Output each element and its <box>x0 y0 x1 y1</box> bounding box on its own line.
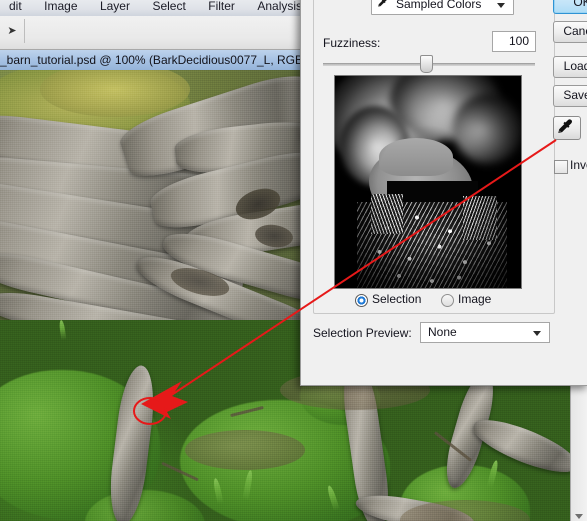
menu-select[interactable]: Select <box>143 0 194 14</box>
eyedropper-tool-button[interactable] <box>553 116 581 140</box>
color-range-dialog: Select: Sampled Colors Fuzziness: 100 <box>300 0 587 386</box>
radio-selection-label: Selection <box>372 292 422 306</box>
radio-image-label: Image <box>458 292 492 306</box>
invert-label: Invert <box>570 158 587 172</box>
fuzziness-value: 100 <box>508 34 529 48</box>
select-dropdown[interactable]: Sampled Colors <box>371 0 514 15</box>
selection-preview-thumbnail[interactable] <box>334 75 522 289</box>
menu-layer[interactable]: Layer <box>91 0 139 14</box>
menu-filter[interactable]: Filter <box>199 0 244 14</box>
scroll-down-arrow-icon[interactable] <box>575 514 583 519</box>
chevron-down-icon <box>497 3 505 8</box>
eyedropper-icon <box>378 0 387 7</box>
fuzziness-input[interactable]: 100 <box>492 31 536 52</box>
radio-selection[interactable] <box>355 294 368 307</box>
selection-preview-dropdown[interactable]: None <box>420 322 550 343</box>
radio-image[interactable] <box>441 294 454 307</box>
selection-preview-label: Selection Preview: <box>313 326 412 340</box>
screenshot-root: dit Image Layer Select Filter Analysis V… <box>0 0 587 521</box>
menu-image[interactable]: Image <box>35 0 86 14</box>
save-button[interactable]: Save... <box>553 85 587 107</box>
select-dropdown-value: Sampled Colors <box>396 0 482 11</box>
fuzziness-slider-thumb[interactable] <box>420 55 433 73</box>
selection-preview-value: None <box>428 325 457 339</box>
invert-checkbox[interactable] <box>554 160 568 174</box>
menu-edit[interactable]: dit <box>0 0 31 14</box>
active-tool-icon[interactable]: ➤ <box>0 19 25 43</box>
fuzziness-label: Fuzziness: <box>323 36 381 50</box>
eyedropper-icon <box>558 119 572 133</box>
cancel-button[interactable]: Cancel <box>553 21 587 43</box>
ok-button[interactable]: OK <box>553 0 587 14</box>
document-tab-title: _barn_tutorial.psd @ 100% (BarkDecidious… <box>0 53 314 67</box>
chevron-down-icon <box>533 331 541 336</box>
load-button[interactable]: Load... <box>553 56 587 78</box>
